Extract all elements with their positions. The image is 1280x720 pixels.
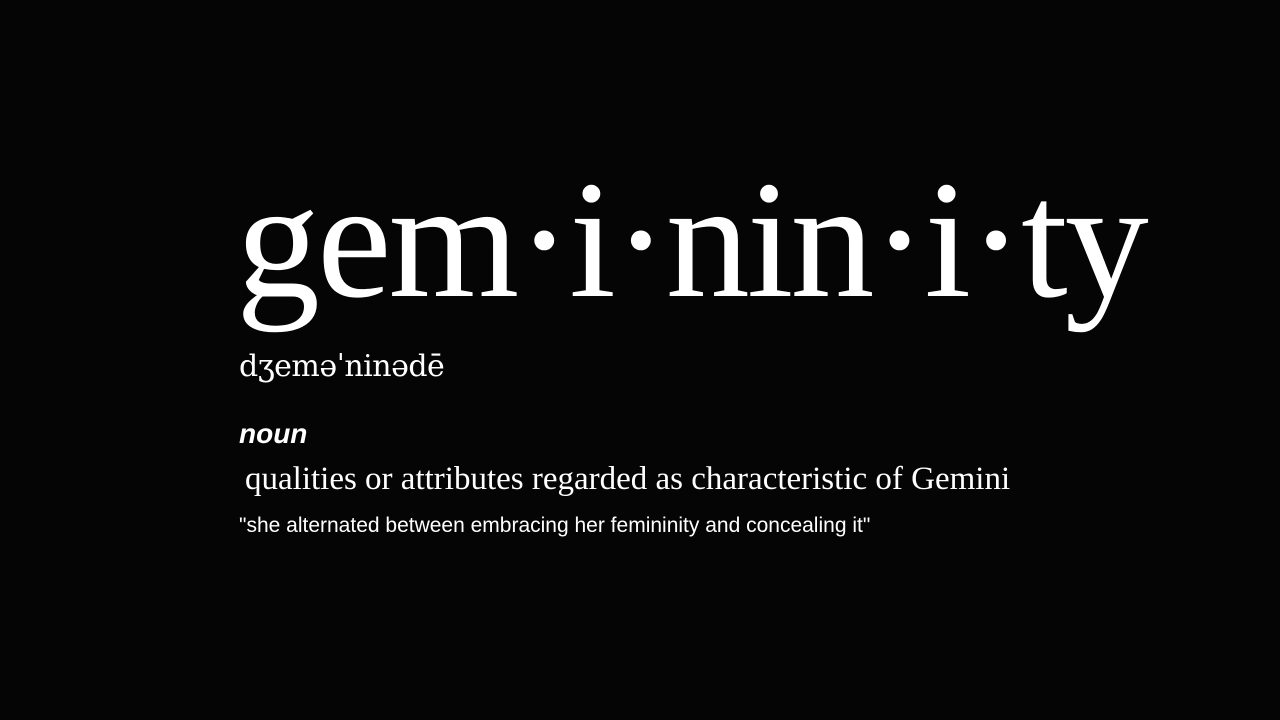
headword: gem·i·nin·i·ty — [236, 147, 1149, 333]
definition-card: gem·i·nin·i·ty dʒeməˈninədē noun qualiti… — [0, 0, 1280, 720]
pronunciation: dʒeməˈninədē — [239, 349, 445, 384]
example-sentence: "she alternated between embracing her fe… — [239, 514, 871, 537]
definition-text: qualities or attributes regarded as char… — [245, 461, 1011, 497]
part-of-speech: noun — [239, 418, 308, 449]
